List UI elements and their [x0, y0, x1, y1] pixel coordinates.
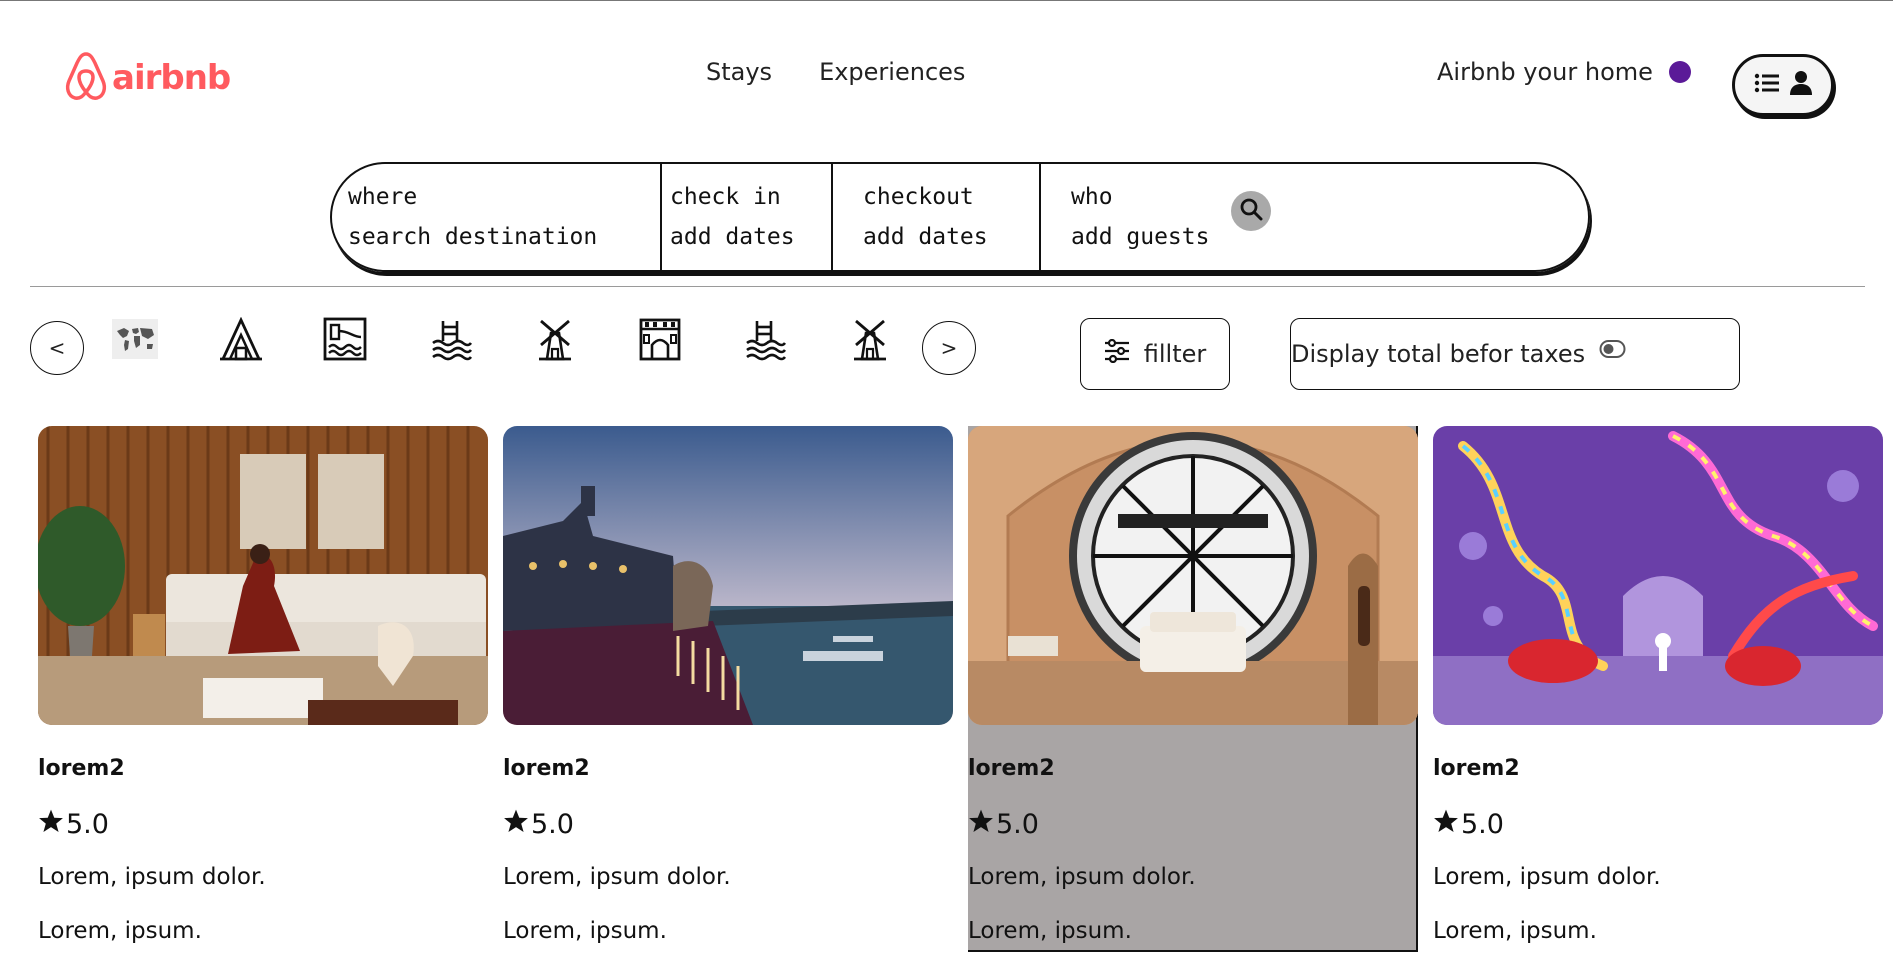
windmill-icon: [848, 317, 892, 365]
listing-subtext: Lorem, ipsum.: [1433, 918, 1597, 944]
nav-experiences[interactable]: Experiences: [819, 58, 965, 86]
who-value: add guests: [1071, 224, 1210, 250]
search-button[interactable]: [1231, 191, 1271, 231]
castle-icon: [638, 317, 682, 365]
listing-card-highlighted[interactable]: lorem2 5.0 Lorem, ipsum dolor. Lorem, ip…: [968, 426, 1418, 952]
category-prev-button[interactable]: <: [30, 321, 84, 375]
listing-rating: 5.0: [38, 808, 109, 841]
toggle-icon[interactable]: [1599, 337, 1627, 365]
where-value: search destination: [348, 224, 598, 250]
list-icon: [1754, 72, 1780, 98]
checkout-label: checkout: [863, 184, 974, 210]
header-divider: [30, 286, 1865, 287]
category-a-frame[interactable]: [218, 316, 264, 365]
beach-icon: [743, 317, 787, 365]
category-beach[interactable]: [428, 318, 474, 364]
host-indicator-dot: [1668, 61, 1691, 83]
search-checkout[interactable]: checkout add dates: [833, 164, 1041, 270]
category-lakefront[interactable]: [322, 317, 368, 365]
who-label: who: [1071, 184, 1113, 210]
category-world-map[interactable]: [112, 318, 158, 364]
search-where[interactable]: where search destination: [332, 164, 662, 270]
listing-card[interactable]: lorem2 5.0 Lorem, ipsum dolor. Lorem, ip…: [38, 426, 488, 952]
logo-text: airbnb: [112, 58, 231, 98]
taxes-label: Display total befor taxes: [1291, 340, 1586, 368]
listing-title: lorem2: [1433, 756, 1520, 781]
listing-photo-paris-rooftop[interactable]: [503, 426, 953, 725]
prev-label: <: [48, 336, 66, 360]
airbnb-logo[interactable]: airbnb: [64, 48, 231, 108]
filter-button[interactable]: fillter: [1080, 318, 1230, 390]
user-icon: [1789, 70, 1813, 100]
checkin-value: add dates: [670, 224, 795, 250]
search-check-in[interactable]: check in add dates: [662, 164, 833, 270]
rating-value: 5.0: [531, 809, 574, 840]
listing-title: lorem2: [38, 756, 125, 781]
lakefront-icon: [323, 317, 367, 365]
rating-value: 5.0: [66, 809, 109, 840]
display-taxes-toggle-box[interactable]: Display total befor taxes: [1290, 318, 1740, 390]
nav-stays[interactable]: Stays: [706, 58, 772, 86]
listing-card[interactable]: lorem2 5.0 Lorem, ipsum dolor. Lorem, ip…: [503, 426, 953, 952]
listing-title: lorem2: [503, 756, 590, 781]
listing-title: lorem2: [968, 756, 1055, 781]
listing-card[interactable]: lorem2 5.0 Lorem, ipsum dolor. Lorem, ip…: [1433, 426, 1883, 952]
top-border: [0, 0, 1893, 1]
filter-label: fillter: [1143, 340, 1207, 368]
listing-photo-living-room[interactable]: [38, 426, 488, 725]
listing-description: Lorem, ipsum dolor.: [38, 864, 266, 890]
listing-subtext: Lorem, ipsum.: [503, 918, 667, 944]
listing-description: Lorem, ipsum dolor.: [968, 864, 1196, 890]
listing-rating: 5.0: [1433, 808, 1504, 841]
next-label: >: [940, 336, 958, 360]
main-nav: Stays Experiences: [706, 58, 965, 86]
category-next-button[interactable]: >: [922, 321, 976, 375]
category-windmill-2[interactable]: [847, 318, 893, 364]
listing-photo-clock-room[interactable]: [968, 426, 1418, 725]
checkout-value: add dates: [863, 224, 988, 250]
airbnb-logo-icon: [64, 48, 108, 108]
category-windmill[interactable]: [532, 318, 578, 364]
listing-subtext: Lorem, ipsum.: [38, 918, 202, 944]
search-who[interactable]: who add guests: [1041, 164, 1241, 270]
where-label: where: [348, 184, 418, 210]
rating-value: 5.0: [1461, 809, 1504, 840]
listing-rating: 5.0: [503, 808, 574, 841]
checkin-label: check in: [670, 184, 781, 210]
category-beach-2[interactable]: [742, 318, 788, 364]
category-castle[interactable]: [637, 318, 683, 364]
beach-icon: [429, 317, 473, 365]
star-icon: [968, 808, 994, 841]
host-label: Airbnb your home: [1437, 58, 1653, 86]
search-bar: where search destination check in add da…: [330, 162, 1590, 272]
listing-photo-purple-room[interactable]: [1433, 426, 1883, 725]
listing-subtext: Lorem, ipsum.: [968, 918, 1132, 944]
a-frame-icon: [219, 316, 263, 365]
listing-rating: 5.0: [968, 808, 1039, 841]
sliders-icon: [1104, 338, 1130, 369]
windmill-icon: [533, 317, 577, 365]
star-icon: [38, 808, 64, 841]
rating-value: 5.0: [996, 809, 1039, 840]
user-menu-button[interactable]: [1732, 54, 1834, 116]
star-icon: [1433, 808, 1459, 841]
search-icon: [1239, 197, 1263, 225]
host-link[interactable]: Airbnb your home: [1437, 58, 1691, 86]
star-icon: [503, 808, 529, 841]
listing-description: Lorem, ipsum dolor.: [503, 864, 731, 890]
world-map-icon: [112, 319, 158, 363]
listing-description: Lorem, ipsum dolor.: [1433, 864, 1661, 890]
